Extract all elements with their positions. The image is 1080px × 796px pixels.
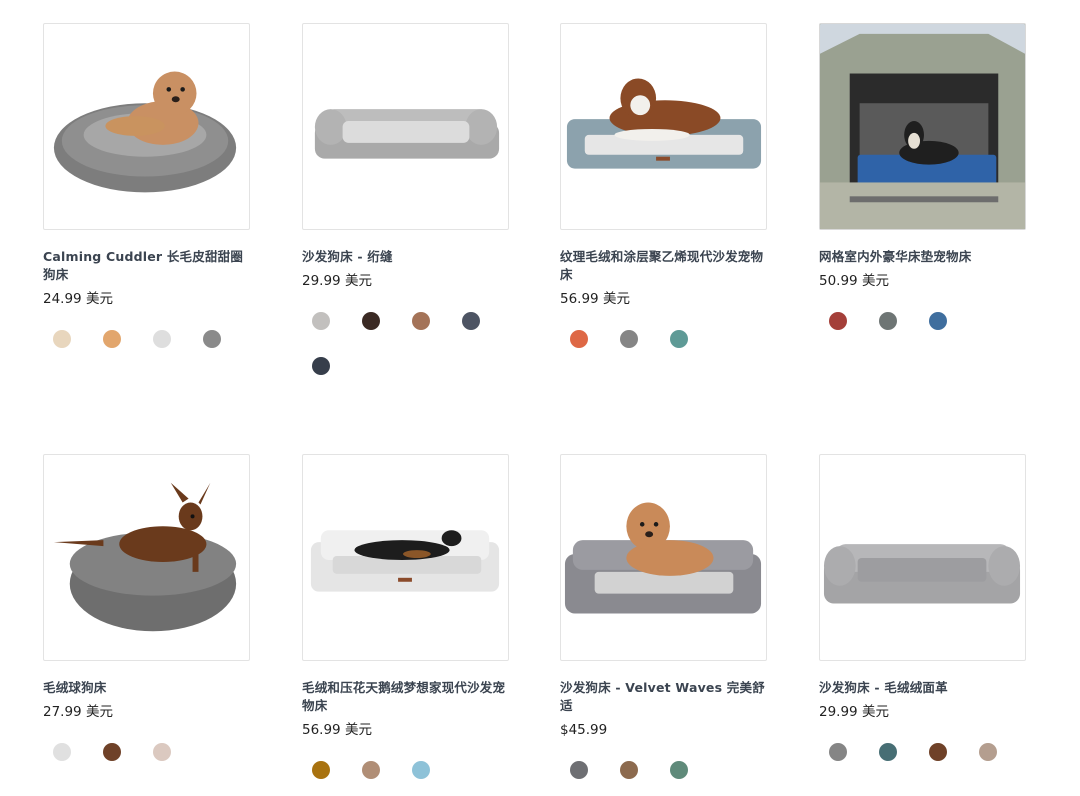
product-card[interactable]: 毛绒和压花天鹅绒梦想家现代沙发宠物床 56.99 美元 [302,454,512,779]
color-swatch[interactable] [620,330,638,348]
product-card[interactable]: 沙发狗床 - Velvet Waves 完美舒适 $45.99 [560,454,770,779]
color-swatch[interactable] [53,330,71,348]
product-price: 56.99 美元 [302,722,372,738]
color-swatch[interactable] [362,312,380,330]
color-swatch[interactable] [670,330,688,348]
product-image[interactable] [560,23,767,230]
product-title[interactable]: 网格室内外豪华床垫宠物床 [819,248,1029,266]
grey-suede-sofa-bed-image [823,544,1021,604]
product-title[interactable]: 沙发狗床 - Velvet Waves 完美舒适 [560,679,770,715]
product-image[interactable] [43,454,250,661]
product-title[interactable]: 沙发狗床 - 毛绒绒面革 [819,679,1029,697]
product-image[interactable] [302,23,509,230]
product-price: 29.99 美元 [302,273,372,289]
color-swatch[interactable] [362,761,380,779]
color-swatch[interactable] [312,761,330,779]
color-swatches [560,761,790,779]
product-image[interactable] [43,23,250,230]
product-card[interactable]: 纹理毛绒和涂层聚乙烯现代沙发宠物床 56.99 美元 [560,23,770,348]
color-swatch[interactable] [153,743,171,761]
product-title[interactable]: 毛绒和压花天鹅绒梦想家现代沙发宠物床 [302,679,512,715]
color-swatch[interactable] [412,312,430,330]
color-swatch[interactable] [879,743,897,761]
color-swatch[interactable] [312,312,330,330]
product-image[interactable] [819,454,1026,661]
product-title[interactable]: 沙发狗床 - 绗缝 [302,248,512,266]
product-card[interactable]: 毛绒球狗床 27.99 美元 [43,454,253,761]
product-card[interactable]: 网格室内外豪华床垫宠物床 50.99 美元 [819,23,1029,330]
color-swatch[interactable] [620,761,638,779]
color-swatches [560,330,790,348]
quilted-sofa-bed-image [314,109,500,159]
color-swatch[interactable] [153,330,171,348]
product-card[interactable]: 沙发狗床 - 毛绒绒面革 29.99 美元 [819,454,1029,761]
white-sofa-bed-sleeping-dog-image [310,530,500,592]
color-swatch[interactable] [412,761,430,779]
product-price: 50.99 美元 [819,273,889,289]
product-price: 27.99 美元 [43,704,113,720]
product-price: 56.99 美元 [560,291,630,307]
product-price: 29.99 美元 [819,704,889,720]
product-card[interactable]: Calming Cuddler 长毛皮甜甜圈狗床 24.99 美元 [43,23,253,348]
color-swatch[interactable] [203,330,221,348]
color-swatches [43,743,273,761]
product-image[interactable] [302,454,509,661]
product-title[interactable]: 纹理毛绒和涂层聚乙烯现代沙发宠物床 [560,248,770,284]
velvet-sofa-bed-doodle-image [564,502,762,614]
product-image[interactable] [560,454,767,661]
color-swatch[interactable] [53,743,71,761]
plush-ball-bed-pinscher-image [53,482,237,632]
color-swatch[interactable] [979,743,997,761]
color-swatch[interactable] [829,743,847,761]
product-price: $45.99 [560,722,608,738]
color-swatch[interactable] [670,761,688,779]
color-swatch[interactable] [570,761,588,779]
color-swatch[interactable] [103,330,121,348]
color-swatches [302,312,532,375]
color-swatches [819,743,1049,761]
color-swatch[interactable] [929,312,947,330]
color-swatch[interactable] [829,312,847,330]
color-swatch[interactable] [929,743,947,761]
product-title[interactable]: Calming Cuddler 长毛皮甜甜圈狗床 [43,248,253,284]
product-image[interactable] [819,23,1026,230]
donut-dog-bed-poodle-image [53,71,237,193]
product-title[interactable]: 毛绒球狗床 [43,679,253,697]
product-price: 24.99 美元 [43,291,113,307]
blue-sofa-bed-collie-image [566,78,762,169]
color-swatches [43,330,273,348]
color-swatches [302,761,532,779]
color-swatch[interactable] [312,357,330,375]
car-trunk-mattress-dog-image [820,24,1025,229]
color-swatch[interactable] [462,312,480,330]
color-swatch[interactable] [879,312,897,330]
product-card[interactable]: 沙发狗床 - 绗缝 29.99 美元 [302,23,512,375]
color-swatch[interactable] [570,330,588,348]
color-swatches [819,312,1049,330]
color-swatch[interactable] [103,743,121,761]
